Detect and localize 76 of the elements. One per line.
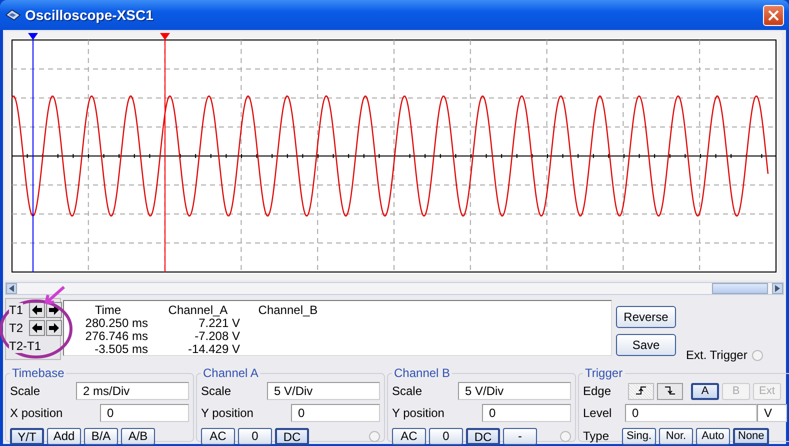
field-label: Scale [201,384,232,398]
close-button[interactable] [763,4,784,26]
field-label: Type [583,429,610,443]
right-arrow-icon [48,304,60,316]
type-button[interactable]: Sing. [622,428,656,444]
group-title: Channel B [393,366,452,380]
mode-button[interactable]: Y/T [10,428,44,444]
edge-button[interactable] [657,382,683,400]
right-arrow-icon [48,322,60,334]
cursor-left-button[interactable] [29,302,45,318]
table-cell-text: -7.208 V [194,329,240,342]
falling-edge-icon [664,385,676,397]
scale-field[interactable]: 2 ms/Div [76,382,189,400]
type-button[interactable]: Auto [696,428,730,444]
table-cell-text: 280.250 ms [84,316,148,329]
column-header: Time [94,303,122,316]
type-button[interactable]: None [733,428,770,444]
right-arrow-icon [775,285,780,292]
cursor-label: T2-T1 [9,339,42,353]
column-header: Channel_B [257,303,319,316]
cursor-line[interactable] [160,33,170,272]
field-label: Y position [392,406,446,420]
cursor-label: T1 [9,303,24,317]
cursor-line[interactable] [28,33,38,272]
coupling-button[interactable]: DC [466,428,500,444]
scale-field[interactable]: 5 V/Div [267,382,380,400]
group-title: Timebase [11,366,66,380]
cursor-right-button[interactable] [46,320,62,336]
coupling-button[interactable]: AC [392,428,426,444]
column-header: Channel_A [167,303,229,316]
field-label: Level [583,406,613,420]
mode-button[interactable]: Add [47,428,81,444]
radio-button[interactable] [369,430,380,442]
action-button[interactable]: Save [616,334,676,356]
mode-button[interactable]: A/B [121,428,155,444]
position-field[interactable]: 0 [100,404,189,422]
app-icon [5,9,21,21]
group-title: Channel A [202,366,260,380]
mode-button[interactable]: B/A [84,428,118,444]
horizontal-scrollbar[interactable] [5,282,784,295]
coupling-button[interactable]: 0 [429,428,463,444]
left-arrow-icon [31,304,43,316]
table-cell-text: -3.505 ms [94,342,148,355]
left-arrow-icon [9,285,14,292]
field-label: Edge [583,384,612,398]
field-label: Scale [392,384,424,398]
edge-button[interactable] [628,382,654,400]
position-field[interactable]: 0 [291,404,380,422]
radio-button[interactable] [752,350,764,360]
coupling-button[interactable]: DC [275,428,309,444]
window-title: Oscilloscope-XSC1 [25,7,154,23]
ext-trigger-label: Ext. Trigger [686,348,748,362]
coupling-button[interactable]: - [503,428,537,444]
rising-edge-icon [635,385,647,397]
cursor-left-button[interactable] [29,320,45,336]
cursor-label: T2 [9,321,24,335]
table-cell-text: 7.221 V [198,316,240,329]
field-label: X position [10,406,64,420]
coupling-button[interactable]: AC [201,428,235,444]
table-cell-text: 276.746 ms [84,329,148,342]
close-icon [768,10,779,20]
unit-field[interactable]: V [757,404,787,422]
coupling-button[interactable]: 0 [238,428,272,444]
scrollbar-thumb[interactable] [712,283,768,294]
table-cell-text: -14.429 V [186,342,240,355]
level-field[interactable]: 0 [625,404,757,422]
radio-button[interactable] [560,430,571,442]
source-button[interactable]: A [691,382,719,400]
field-label: Scale [10,384,42,398]
scale-field[interactable]: 5 V/Div [458,382,571,400]
group-title: Trigger [584,366,624,380]
position-field[interactable]: 0 [482,404,571,422]
left-arrow-icon [31,322,43,334]
field-label: Y position [201,406,254,420]
action-button[interactable]: Reverse [616,306,676,328]
type-button[interactable]: Nor. [659,428,693,444]
